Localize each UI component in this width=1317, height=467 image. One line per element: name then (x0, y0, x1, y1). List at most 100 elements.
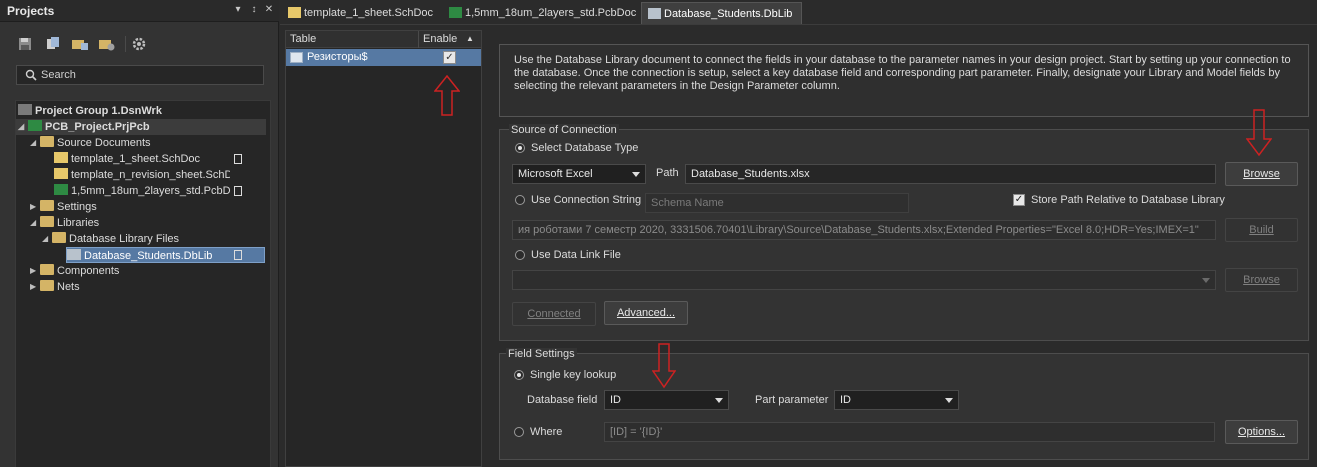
tree-label: PCB_Project.PrjPcb (45, 121, 150, 133)
tree-item-libraries[interactable]: ◢ Libraries (30, 215, 266, 231)
description-text: Use the Database Library document to con… (514, 54, 1291, 92)
save-icon[interactable] (18, 37, 34, 51)
use-data-link-radio[interactable] (515, 250, 525, 260)
table-list: Table Enable ▲ Резисторы$ ✓ (285, 30, 482, 467)
folder-icon (40, 136, 54, 147)
tree-item-settings[interactable]: ▶ Settings (30, 199, 266, 215)
tree-item-components[interactable]: ▶ Components (30, 263, 266, 279)
pcb-project-icon (28, 120, 42, 131)
dropdown-value: ID (610, 394, 621, 406)
annotation-arrow-down (652, 343, 676, 389)
dropdown-value: Microsoft Excel (518, 168, 593, 180)
search-placeholder: Search (41, 69, 76, 81)
copy-document-icon[interactable] (45, 37, 61, 51)
group-title: Field Settings (506, 348, 577, 360)
expand-icon[interactable]: ▶ (30, 199, 40, 215)
table-header: Table Enable ▲ (286, 31, 481, 48)
collapse-icon[interactable]: ◢ (30, 135, 40, 151)
part-parameter-dropdown[interactable]: ID (834, 390, 959, 410)
store-relative-checkbox[interactable]: ✓ (1013, 194, 1025, 206)
tree-item-project-group[interactable]: Project Group 1.DsnWrk (18, 103, 268, 119)
tab-schdoc[interactable]: template_1_sheet.SchDoc (282, 2, 440, 24)
single-key-lookup-radio[interactable] (514, 370, 524, 380)
tree-label: Nets (57, 281, 80, 293)
chevron-down-icon (715, 398, 723, 403)
connection-string-field[interactable]: ия роботами 7 семестр 2020, 3331506.7040… (512, 220, 1216, 240)
connected-button[interactable]: Connected (512, 302, 596, 326)
tree-item-dblib-files[interactable]: ◢ Database Library Files (42, 231, 266, 247)
table-name: Резисторы$ (307, 51, 368, 63)
tree-item-document[interactable]: 1,5mm_18um_2layers_std.PcbDoc (54, 183, 230, 199)
collapse-icon[interactable]: ◢ (18, 119, 28, 135)
panel-close-button[interactable]: ✕ (263, 4, 275, 15)
tree-item-project[interactable]: ◢ PCB_Project.PrjPcb (16, 119, 266, 135)
panel-menu-button[interactable]: ▾ (232, 4, 244, 15)
path-field[interactable]: Database_Students.xlsx (685, 164, 1216, 184)
database-field-dropdown[interactable]: ID (604, 390, 729, 410)
folder-icon (52, 232, 66, 243)
tree-item-document[interactable]: template_1_sheet.SchDoc (54, 151, 244, 167)
button-label: Browse (1243, 168, 1280, 180)
panel-pin-button[interactable]: ↕ (248, 4, 260, 15)
column-divider (418, 31, 419, 48)
folder-settings-icon[interactable] (99, 37, 115, 51)
select-db-type-radio[interactable] (515, 143, 525, 153)
tree-label: Database_Students.DbLib (84, 250, 213, 262)
gear-icon[interactable] (132, 37, 148, 51)
search-input[interactable]: Search (16, 65, 264, 85)
button-label: Advanced... (616, 307, 676, 319)
schema-name-field[interactable]: Schema Name (645, 193, 909, 213)
tab-pcbdoc[interactable]: 1,5mm_18um_2layers_std.PcbDoc (443, 2, 638, 24)
tree-item-source-documents[interactable]: ◢ Source Documents (30, 135, 266, 151)
column-header-enable[interactable]: Enable (423, 33, 457, 45)
sort-ascending-icon: ▲ (466, 34, 474, 43)
document-tab-bar: template_1_sheet.SchDoc 1,5mm_18um_2laye… (280, 0, 1317, 25)
enable-checkbox[interactable]: ✓ (443, 51, 456, 64)
expand-icon[interactable]: ▶ (30, 279, 40, 295)
button-label: Build (1249, 224, 1274, 236)
tab-dblib[interactable]: Database_Students.DbLib (641, 2, 802, 24)
browse-button[interactable]: Browse (1225, 162, 1298, 186)
options-button[interactable]: Options... (1225, 420, 1298, 444)
where-radio[interactable] (514, 427, 524, 437)
tree-label: Project Group 1.DsnWrk (35, 105, 162, 117)
annotation-arrow-up (434, 75, 460, 116)
folder-icon (40, 280, 54, 291)
open-folder-icon[interactable] (72, 37, 88, 51)
projects-panel: Projects ▾ ↕ ✕ Search Project Group 1.Ds… (0, 0, 352, 467)
use-connection-string-radio[interactable] (515, 195, 525, 205)
column-header-table[interactable]: Table (290, 33, 316, 45)
pcb-icon (449, 7, 462, 18)
search-icon (25, 69, 37, 81)
annotation-arrow-down (1246, 109, 1272, 157)
folder-icon (40, 264, 54, 275)
tree-label: Components (57, 265, 120, 277)
collapse-icon[interactable]: ◢ (42, 231, 52, 247)
build-button[interactable]: Build (1225, 218, 1298, 242)
tree-label: Source Documents (57, 137, 151, 149)
tree-item-nets[interactable]: ▶ Nets (30, 279, 266, 295)
description-box: Use the Database Library document to con… (499, 44, 1309, 117)
chevron-down-icon (945, 398, 953, 403)
collapse-icon[interactable]: ◢ (30, 215, 40, 231)
tree-label: Libraries (57, 217, 100, 229)
database-type-dropdown[interactable]: Microsoft Excel (512, 164, 646, 184)
use-connection-string-label: Use Connection String (531, 194, 642, 206)
folder-icon (40, 200, 54, 211)
document-status-icon (234, 250, 242, 260)
where-field[interactable]: [ID] = '{ID}' (604, 422, 1215, 442)
browse-data-link-button[interactable]: Browse (1225, 268, 1298, 292)
store-relative-label: Store Path Relative to Database Library (1031, 194, 1225, 206)
data-link-dropdown[interactable] (512, 270, 1216, 290)
where-label: Where (530, 426, 563, 438)
button-label: Options... (1237, 426, 1286, 438)
table-row[interactable]: Резисторы$ ✓ (286, 49, 481, 66)
panel-title: Projects (7, 4, 55, 18)
use-data-link-label: Use Data Link File (531, 249, 621, 261)
pcb-icon (54, 184, 68, 195)
advanced-button[interactable]: Advanced... (604, 301, 688, 325)
table-icon (290, 52, 303, 63)
dropdown-value: ID (840, 394, 851, 406)
expand-icon[interactable]: ▶ (30, 263, 40, 279)
tree-item-document[interactable]: template_n_revision_sheet.SchDoc (54, 167, 230, 183)
